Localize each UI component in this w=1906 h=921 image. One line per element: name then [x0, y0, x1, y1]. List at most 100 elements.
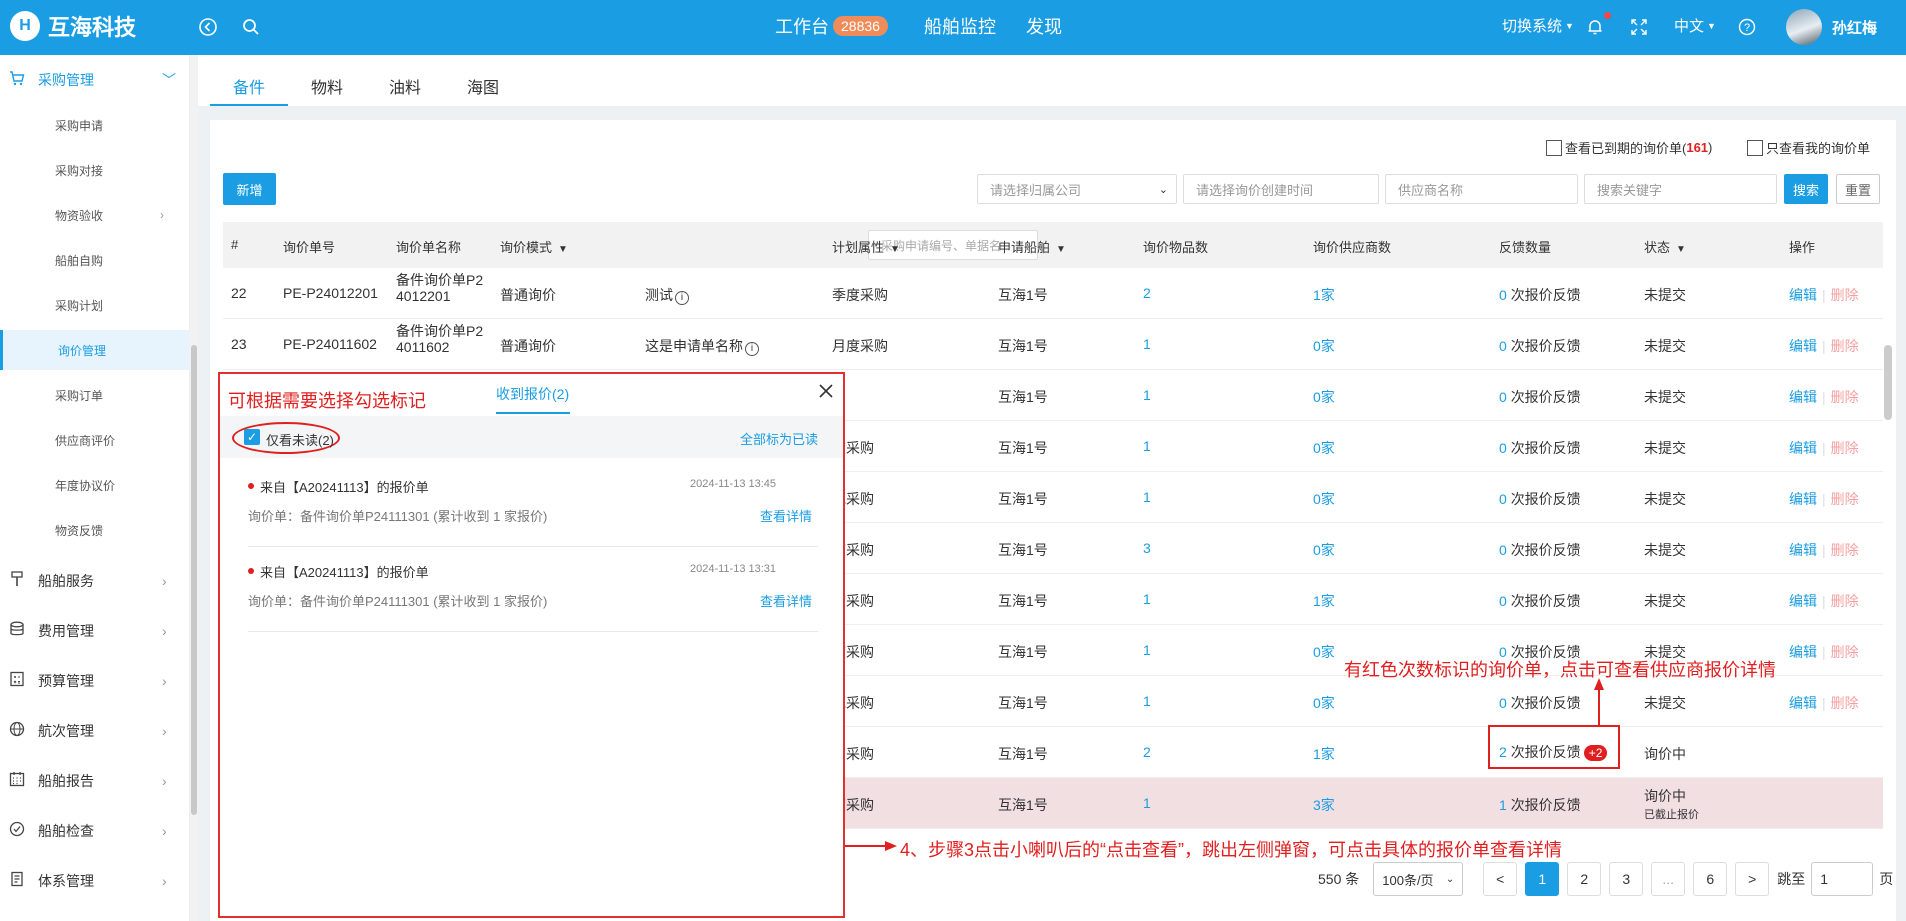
row-feedback[interactable]: 0 次报价反馈 — [1499, 693, 1581, 713]
row-item-count[interactable]: 2 — [1143, 285, 1151, 301]
row-feedback[interactable]: 0 次报价反馈 — [1499, 285, 1581, 305]
table-scrollbar[interactable] — [1884, 345, 1892, 420]
switch-system-dropdown[interactable]: 切换系统 ▼ — [1502, 15, 1574, 36]
sidebar-item-purchase-docking[interactable]: 采购对接 — [0, 150, 190, 190]
page-button-6[interactable]: 6 — [1693, 862, 1728, 896]
fullscreen-icon[interactable] — [1626, 14, 1652, 40]
search-icon[interactable] — [238, 14, 264, 40]
row-feedback[interactable]: 0 次报价反馈 — [1499, 591, 1581, 611]
page-button-3[interactable]: 3 — [1609, 862, 1644, 896]
row-feedback[interactable]: 0 次报价反馈 — [1499, 387, 1581, 407]
add-new-button[interactable]: 新增 — [223, 173, 276, 205]
row-feedback[interactable]: 0 次报价反馈 — [1499, 540, 1581, 560]
row-supplier-count[interactable]: 0家 — [1313, 642, 1335, 662]
sidebar-group-voyage[interactable]: 航次管理 › — [0, 711, 190, 751]
checkbox-box[interactable] — [1747, 139, 1763, 156]
my-inquiry-checkbox[interactable]: 只查看我的询价单 — [1747, 138, 1870, 157]
edit-button[interactable]: 编辑 — [1789, 440, 1817, 456]
sidebar-item-annual-price[interactable]: 年度协议价 — [0, 465, 190, 505]
keyword-input[interactable]: 搜索关键字 — [1584, 174, 1777, 204]
info-icon[interactable]: i — [675, 291, 689, 305]
delete-button[interactable]: 删除 — [1831, 389, 1859, 405]
row-supplier-count[interactable]: 0家 — [1313, 693, 1335, 713]
search-button[interactable]: 搜索 — [1784, 174, 1828, 204]
tab-charts[interactable]: 海图 — [444, 62, 522, 106]
help-icon[interactable]: ? — [1734, 14, 1760, 40]
sidebar-item-material-acceptance[interactable]: 物资验收 › — [0, 195, 190, 235]
row-feedback[interactable]: 1 次报价反馈 — [1499, 795, 1581, 815]
row-item-count[interactable]: 1 — [1143, 642, 1151, 658]
tab-materials[interactable]: 物料 — [288, 62, 366, 106]
info-icon[interactable]: i — [745, 342, 759, 356]
prev-page-button[interactable]: < — [1483, 862, 1518, 896]
company-select[interactable]: 请选择归属公司 ⌄ — [977, 174, 1177, 204]
sidebar-item-ship-self-purchase[interactable]: 船舶自购 — [0, 240, 190, 280]
table-row[interactable]: 22 PE-P24012201 备件询价单P2 4012201 普通询价 测试 i… — [223, 268, 1883, 319]
row-supplier-count[interactable]: 0家 — [1313, 387, 1335, 407]
goto-page-input[interactable]: 1 — [1811, 862, 1874, 896]
row-feedback[interactable]: 0 次报价反馈 — [1499, 438, 1581, 458]
sidebar-group-ship-inspection[interactable]: 船舶检查 › — [0, 811, 190, 851]
supplier-input[interactable]: 供应商名称 — [1385, 174, 1578, 204]
expired-inquiry-checkbox[interactable]: 查看已到期的询价单(161) — [1546, 138, 1712, 157]
row-feedback[interactable]: 0 次报价反馈 — [1499, 336, 1581, 356]
unread-checkbox[interactable]: ✓ — [244, 429, 260, 445]
row-supplier-count[interactable]: 0家 — [1313, 489, 1335, 509]
sidebar-scroll-thumb[interactable] — [191, 345, 197, 815]
row-supplier-count[interactable]: 1家 — [1313, 744, 1335, 764]
brand-logo[interactable]: H 互海科技 — [10, 10, 136, 42]
sidebar-item-purchase-request[interactable]: 采购申请 — [0, 105, 190, 145]
language-dropdown[interactable]: 中文 ▼ — [1674, 15, 1716, 36]
nav-discover[interactable]: 发现 — [1026, 13, 1062, 39]
checkbox-box[interactable] — [1546, 139, 1562, 156]
row-item-count[interactable]: 1 — [1143, 489, 1151, 505]
row-supplier-count[interactable]: 0家 — [1313, 336, 1335, 356]
delete-button[interactable]: 删除 — [1831, 542, 1859, 558]
row-item-count[interactable]: 1 — [1143, 387, 1151, 403]
delete-button[interactable]: 删除 — [1831, 644, 1859, 660]
delete-button[interactable]: 删除 — [1831, 338, 1859, 354]
sidebar-group-expense[interactable]: 费用管理 › — [0, 611, 190, 651]
row-item-count[interactable]: 1 — [1143, 795, 1151, 811]
row-item-count[interactable]: 1 — [1143, 438, 1151, 454]
col-status[interactable]: 状态 ▼ — [1644, 237, 1686, 256]
tab-received-quotes[interactable]: 收到报价(2) — [496, 384, 570, 414]
row-supplier-count[interactable]: 1家 — [1313, 591, 1335, 611]
reset-button[interactable]: 重置 — [1836, 174, 1880, 204]
unread-only-label[interactable]: 仅看未读(2) — [266, 430, 334, 449]
sidebar-item-purchase-plan[interactable]: 采购计划 — [0, 285, 190, 325]
edit-button[interactable]: 编辑 — [1789, 338, 1817, 354]
nav-workbench[interactable]: 工作台 28836 — [775, 13, 888, 39]
edit-button[interactable]: 编辑 — [1789, 644, 1817, 660]
page-button-2[interactable]: 2 — [1567, 862, 1602, 896]
view-details-link[interactable]: 查看详情 — [760, 591, 812, 610]
list-item[interactable]: 来自【A20241113】的报价单 2024-11-13 13:45 询价单：备… — [248, 462, 818, 547]
sidebar-group-ship-report[interactable]: 船舶报告 › — [0, 761, 190, 801]
col-plan-type[interactable]: 计划属性 ▼ — [832, 237, 900, 256]
sidebar-group-system[interactable]: 体系管理 › — [0, 861, 190, 901]
edit-button[interactable]: 编辑 — [1789, 389, 1817, 405]
row-supplier-count[interactable]: 1家 — [1313, 285, 1335, 305]
row-supplier-count[interactable]: 3家 — [1313, 795, 1335, 815]
sidebar-item-purchase-order[interactable]: 采购订单 — [0, 375, 190, 415]
row-item-count[interactable]: 2 — [1143, 744, 1151, 760]
sidebar-group-purchase[interactable]: 采购管理 ﹀ — [0, 60, 190, 100]
row-supplier-count[interactable]: 0家 — [1313, 540, 1335, 560]
col-ship[interactable]: 申请船舶 ▼ — [998, 237, 1066, 256]
row-item-count[interactable]: 1 — [1143, 336, 1151, 352]
table-row[interactable]: 23 PE-P24011602 备件询价单P2 4011602 普通询价 这是申… — [223, 319, 1883, 370]
row-item-count[interactable]: 1 — [1143, 591, 1151, 607]
edit-button[interactable]: 编辑 — [1789, 287, 1817, 303]
next-page-button[interactable]: > — [1735, 862, 1770, 896]
back-circle-icon[interactable] — [195, 14, 221, 40]
row-supplier-count[interactable]: 0家 — [1313, 438, 1335, 458]
tab-oil[interactable]: 油料 — [366, 62, 444, 106]
col-inquiry-mode[interactable]: 询价模式 ▼ — [500, 237, 568, 256]
sidebar-item-material-feedback[interactable]: 物资反馈 — [0, 510, 190, 550]
page-size-select[interactable]: 100条/页 ⌄ — [1373, 862, 1464, 896]
page-button-1[interactable]: 1 — [1525, 862, 1560, 896]
list-item[interactable]: 来自【A20241113】的报价单 2024-11-13 13:31 询价单：备… — [248, 547, 818, 632]
edit-button[interactable]: 编辑 — [1789, 695, 1817, 711]
view-details-link[interactable]: 查看详情 — [760, 506, 812, 525]
edit-button[interactable]: 编辑 — [1789, 491, 1817, 507]
